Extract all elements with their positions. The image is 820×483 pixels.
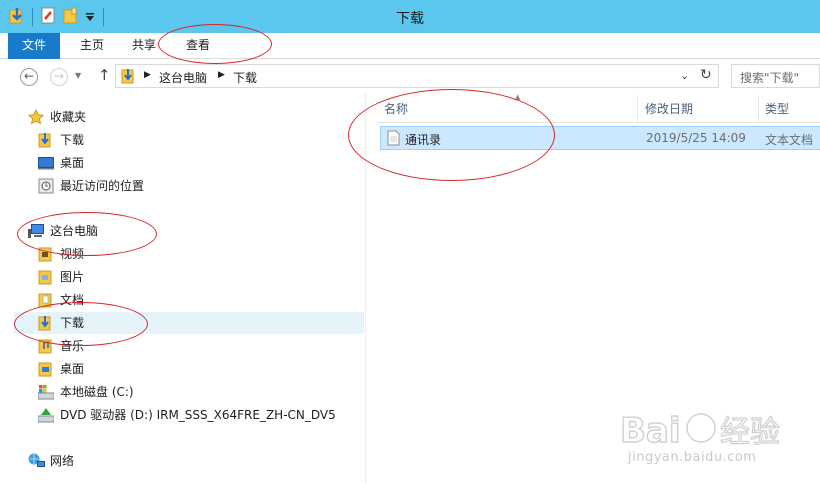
breadcrumb-this-pc[interactable]: 这台电脑 (159, 69, 207, 86)
tab-home[interactable]: 主页 (66, 33, 118, 59)
nav-network-label: 网络 (50, 454, 75, 468)
nav-pc-videos[interactable]: 视频 (14, 243, 364, 265)
nav-pc-downloads[interactable]: 下载 (14, 312, 364, 334)
nav-pc-dvd-drive[interactable]: DVD 驱动器 (D:) IRM_SSS_X64FRE_ZH-CN_DV5 (14, 404, 364, 426)
nav-item-label: 本地磁盘 (C:) (60, 385, 134, 399)
nav-network[interactable]: 网络 (14, 450, 364, 472)
forward-button[interactable]: → (50, 68, 68, 86)
tab-share[interactable]: 共享 (118, 33, 170, 59)
nav-item-label: 桌面 (60, 362, 85, 376)
refresh-icon[interactable]: ↻ (700, 67, 712, 83)
nav-pc-pictures[interactable]: 图片 (14, 266, 364, 288)
nav-item-label: 下载 (60, 133, 85, 147)
nav-pc-documents[interactable]: 文档 (14, 289, 364, 311)
nav-item-label: 图片 (60, 270, 85, 284)
column-type[interactable]: 类型 (765, 95, 789, 123)
svg-text:经验: 经验 (720, 415, 780, 450)
address-row: ← → ▼ ↑ ▶ 这台电脑 ▶ 下载 ⌄ ↻ 搜索"下载" (0, 60, 820, 92)
text-file-icon (387, 130, 400, 149)
column-header-row: ▲ 名称 修改日期 类型 (377, 93, 820, 123)
ribbon-tabs: 文件 主页 共享 查看 (0, 33, 820, 59)
window-title: 下载 (396, 11, 424, 27)
nav-item-label: 视频 (60, 247, 85, 261)
nav-favorite-recent[interactable]: 最近访问的位置 (14, 175, 364, 197)
nav-pc-local-disk[interactable]: 本地磁盘 (C:) (14, 381, 364, 403)
address-bar[interactable]: ▶ 这台电脑 ▶ 下载 ⌄ ↻ (115, 64, 719, 88)
up-arrow-icon[interactable]: ↑ (98, 66, 111, 84)
baidu-jingyan-logo: Bai 经验 (619, 410, 780, 451)
nav-item-label: 桌面 (60, 156, 85, 170)
nav-item-label: 音乐 (60, 339, 85, 353)
column-date-modified[interactable]: 修改日期 (645, 95, 693, 123)
file-type: 文本文档 (765, 133, 814, 147)
navigation-pane[interactable]: 收藏夹 下载 桌面 最近访问的位置 这台电脑 视频 图片 文档 下载 音乐 桌面… (0, 93, 366, 483)
file-row[interactable]: 通讯录 2019/5/25 14:09 文本文档 (380, 126, 820, 150)
tab-file[interactable]: 文件 (8, 33, 61, 59)
nav-item-label: 下载 (60, 316, 85, 330)
tab-view[interactable]: 查看 (172, 33, 224, 59)
column-name[interactable]: 名称 (384, 95, 408, 123)
sort-ascending-icon: ▲ (515, 93, 521, 101)
chevron-down-icon[interactable]: ⌄ (680, 69, 689, 82)
breadcrumb-separator-icon[interactable]: ▶ (218, 70, 225, 80)
column-divider[interactable] (637, 95, 638, 123)
nav-item-label: 文档 (60, 293, 85, 307)
nav-favorite-downloads[interactable]: 下载 (14, 129, 364, 151)
file-name: 通讯录 (405, 133, 442, 147)
dvd-drive-icon (37, 407, 55, 430)
nav-this-pc[interactable]: 这台电脑 (14, 220, 364, 242)
svg-text:Bai: Bai (620, 411, 681, 451)
nav-item-label: 最近访问的位置 (60, 179, 145, 193)
breadcrumb-separator-icon: ▶ (144, 70, 151, 80)
back-button[interactable]: ← (20, 68, 38, 86)
baidu-watermark: Bai 经验 jingyan.baidu.com (600, 400, 820, 480)
file-date: 2019/5/25 14:09 (646, 131, 746, 145)
watermark-url: jingyan.baidu.com (628, 450, 757, 465)
folder-download-icon (121, 68, 136, 87)
nav-this-pc-label: 这台电脑 (50, 224, 99, 238)
column-divider[interactable] (758, 95, 759, 123)
nav-favorites-label: 收藏夹 (50, 110, 87, 124)
nav-favorite-desktop[interactable]: 桌面 (14, 152, 364, 174)
nav-favorites[interactable]: 收藏夹 (14, 106, 364, 128)
network-icon (28, 453, 45, 476)
search-input[interactable]: 搜索"下载" (731, 64, 820, 88)
recent-locations-icon[interactable]: ▼ (75, 71, 81, 80)
recent-places-icon (38, 178, 54, 201)
nav-pc-desktop[interactable]: 桌面 (14, 358, 364, 380)
breadcrumb-downloads[interactable]: 下载 (233, 69, 257, 86)
nav-pc-music[interactable]: 音乐 (14, 335, 364, 357)
title-bar: 下载 (0, 0, 820, 33)
nav-item-label: DVD 驱动器 (D:) IRM_SSS_X64FRE_ZH-CN_DV5 (60, 408, 336, 422)
